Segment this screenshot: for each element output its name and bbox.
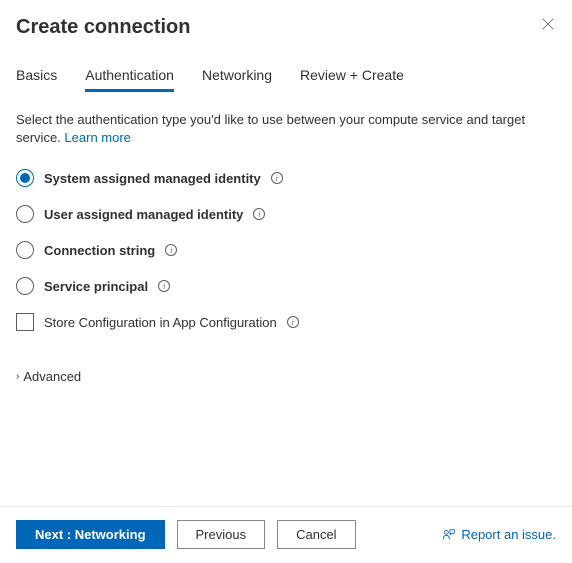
info-icon[interactable]: i (158, 280, 170, 292)
tab-networking[interactable]: Networking (202, 67, 272, 92)
radio-user-identity[interactable] (16, 205, 34, 223)
radio-user-identity-label: User assigned managed identity (44, 207, 243, 222)
footer-separator (0, 506, 572, 507)
advanced-label: Advanced (23, 369, 81, 384)
description-text: Select the authentication type you'd lik… (16, 111, 556, 147)
store-config-label: Store Configuration in App Configuration (44, 315, 277, 330)
report-issue-label: Report an issue. (461, 527, 556, 542)
info-icon[interactable]: i (287, 316, 299, 328)
radio-connection-string[interactable] (16, 241, 34, 259)
tab-authentication[interactable]: Authentication (85, 67, 174, 92)
auth-type-group: System assigned managed identity i User … (16, 169, 556, 295)
info-icon[interactable]: i (165, 244, 177, 256)
tab-bar: Basics Authentication Networking Review … (16, 67, 556, 93)
person-feedback-icon (442, 528, 456, 542)
chevron-right-icon: › (16, 371, 19, 382)
tab-review-create[interactable]: Review + Create (300, 67, 404, 92)
learn-more-link[interactable]: Learn more (64, 130, 130, 145)
radio-connection-string-label: Connection string (44, 243, 155, 258)
previous-button[interactable]: Previous (177, 520, 266, 549)
tab-basics[interactable]: Basics (16, 67, 57, 92)
cancel-button[interactable]: Cancel (277, 520, 355, 549)
radio-service-principal[interactable] (16, 277, 34, 295)
radio-system-identity-label: System assigned managed identity (44, 171, 261, 186)
close-icon[interactable] (540, 16, 556, 32)
radio-service-principal-label: Service principal (44, 279, 148, 294)
page-title: Create connection (16, 16, 190, 39)
advanced-toggle[interactable]: › Advanced (16, 369, 556, 384)
report-issue-link[interactable]: Report an issue. (442, 527, 556, 542)
info-icon[interactable]: i (253, 208, 265, 220)
info-icon[interactable]: i (271, 172, 283, 184)
next-button[interactable]: Next : Networking (16, 520, 165, 549)
store-config-checkbox[interactable] (16, 313, 34, 331)
footer: Next : Networking Previous Cancel Report… (16, 520, 556, 549)
radio-system-identity[interactable] (16, 169, 34, 187)
